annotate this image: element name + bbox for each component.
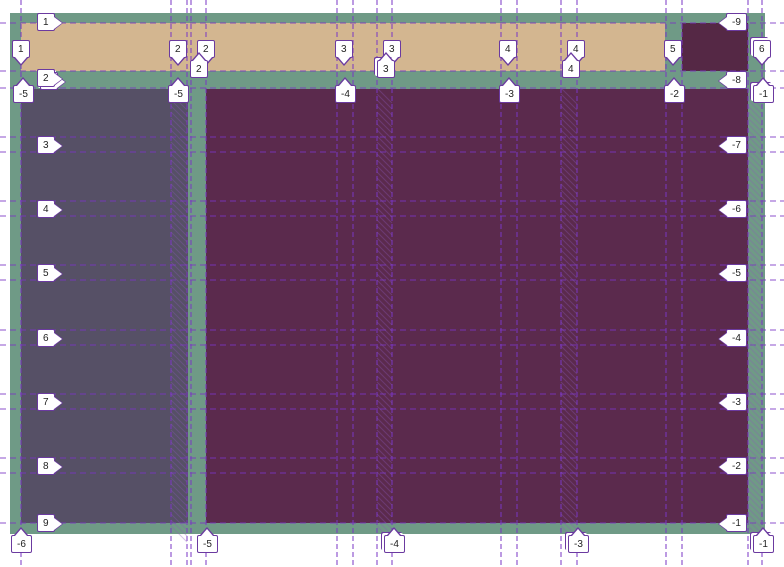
grid-line-label: -7 — [718, 136, 747, 154]
grid-line-label: 4 — [37, 200, 62, 218]
grid-line-label: -1 — [718, 514, 747, 532]
grid-line-label: 3 — [377, 52, 395, 78]
grid-area-main — [206, 89, 748, 523]
grid-line-label: 6 — [753, 40, 771, 66]
grid-line-label: -3 — [499, 77, 520, 103]
grid-line-label: 3 — [335, 40, 353, 66]
grid-line-label: 3 — [37, 136, 62, 154]
grid-line-label: -3 — [718, 393, 747, 411]
grid-line-label: 5 — [664, 40, 682, 66]
grid-line-label: -5 — [718, 264, 747, 282]
grid-line-label: 5 — [37, 264, 62, 282]
grid-line-label: -6 — [718, 200, 747, 218]
grid-line-label: 2 — [169, 40, 187, 66]
grid-line-label: -5 — [168, 77, 189, 103]
grid-line-label: -1 — [753, 77, 774, 103]
grid-line-label: 7 — [37, 393, 62, 411]
grid-line-label: -4 — [335, 77, 356, 103]
grid-line-label: 9 — [37, 514, 62, 532]
grid-line-label: 1 — [37, 13, 62, 31]
grid-line-label: -5 — [197, 527, 218, 553]
grid-line-label: 4 — [499, 40, 517, 66]
grid-line-label: 6 — [37, 329, 62, 347]
grid-line-label: -5 — [13, 77, 34, 103]
grid-container — [10, 13, 765, 534]
grid-line-label: 2 — [190, 52, 208, 78]
grid-line-label: 4 — [562, 52, 580, 78]
grid-line-label: -8 — [718, 71, 747, 89]
grid-line-label: -4 — [384, 527, 405, 553]
grid-line-label: -2 — [664, 77, 685, 103]
grid-line-label: 2 — [37, 69, 62, 87]
grid-line-label: -2 — [718, 457, 747, 475]
grid-line-label: -6 — [11, 527, 32, 553]
grid-line-label: 1 — [12, 40, 30, 66]
grid-line-label: -4 — [718, 329, 747, 347]
grid-line-label: -3 — [568, 527, 589, 553]
grid-line-label: -1 — [753, 527, 774, 553]
grid-line-label: 8 — [37, 457, 62, 475]
grid-line-label: -9 — [718, 13, 747, 31]
